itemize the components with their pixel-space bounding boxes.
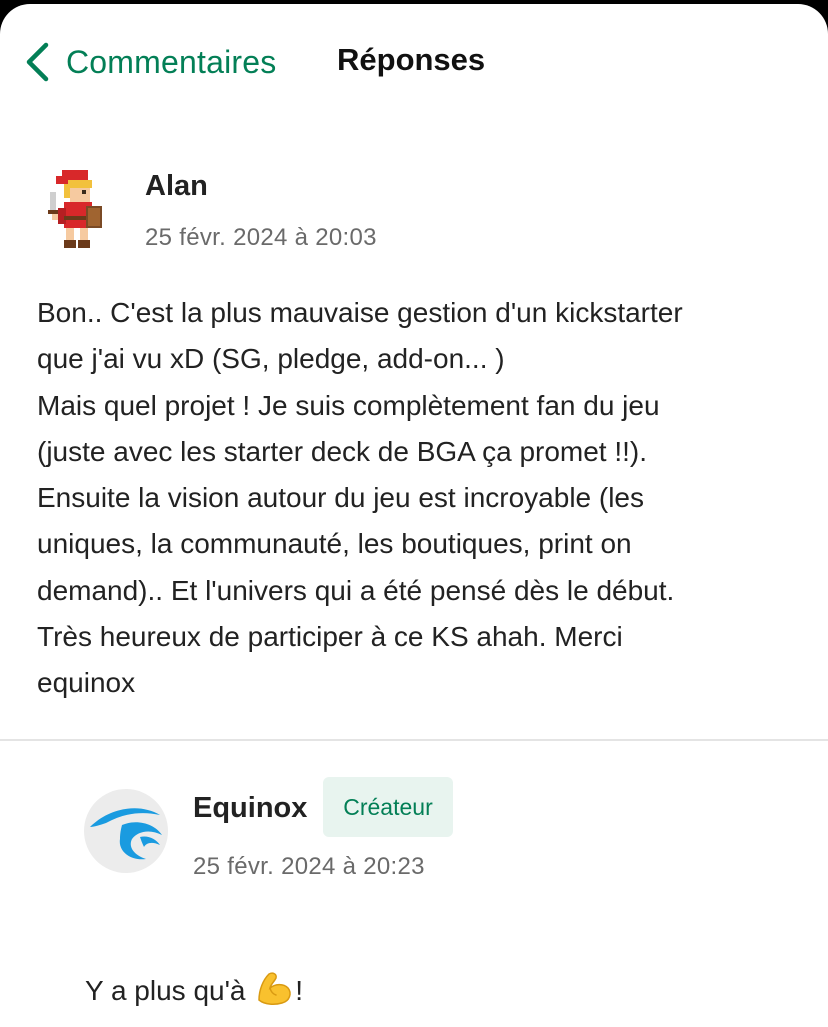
page-title: Réponses [337,42,486,77]
reply-text-end: ! [295,975,304,1007]
flexed-biceps-icon [255,970,293,1020]
reply-text: Y a plus qu'à [85,975,254,1007]
comment-timestamp: 25 févr. 2024 à 20:03 [145,224,377,251]
header: Commentaires Réponses [0,4,828,116]
reply-timestamp: 25 févr. 2024 à 20:23 [193,853,425,880]
back-label: Commentaires [66,43,277,80]
chevron-left-icon [22,38,54,86]
author-name[interactable]: Alan [145,170,208,203]
replies-sheet: Commentaires Réponses Alan 25 févr. 2024… [0,4,828,1027]
creator-name[interactable]: Equinox [193,792,307,825]
reply-body: Y a plus qu'à ! [85,922,785,1021]
back-button[interactable]: Commentaires [22,38,276,86]
pixel-character-icon [48,170,102,248]
divider [0,739,828,741]
avatar[interactable] [40,162,112,256]
creator-badge: Créateur [323,777,453,837]
equinox-logo-icon [90,808,162,860]
creator-avatar[interactable] [84,789,168,873]
comment-body: Bon.. C'est la plus mauvaise gestion d'u… [37,297,683,699]
